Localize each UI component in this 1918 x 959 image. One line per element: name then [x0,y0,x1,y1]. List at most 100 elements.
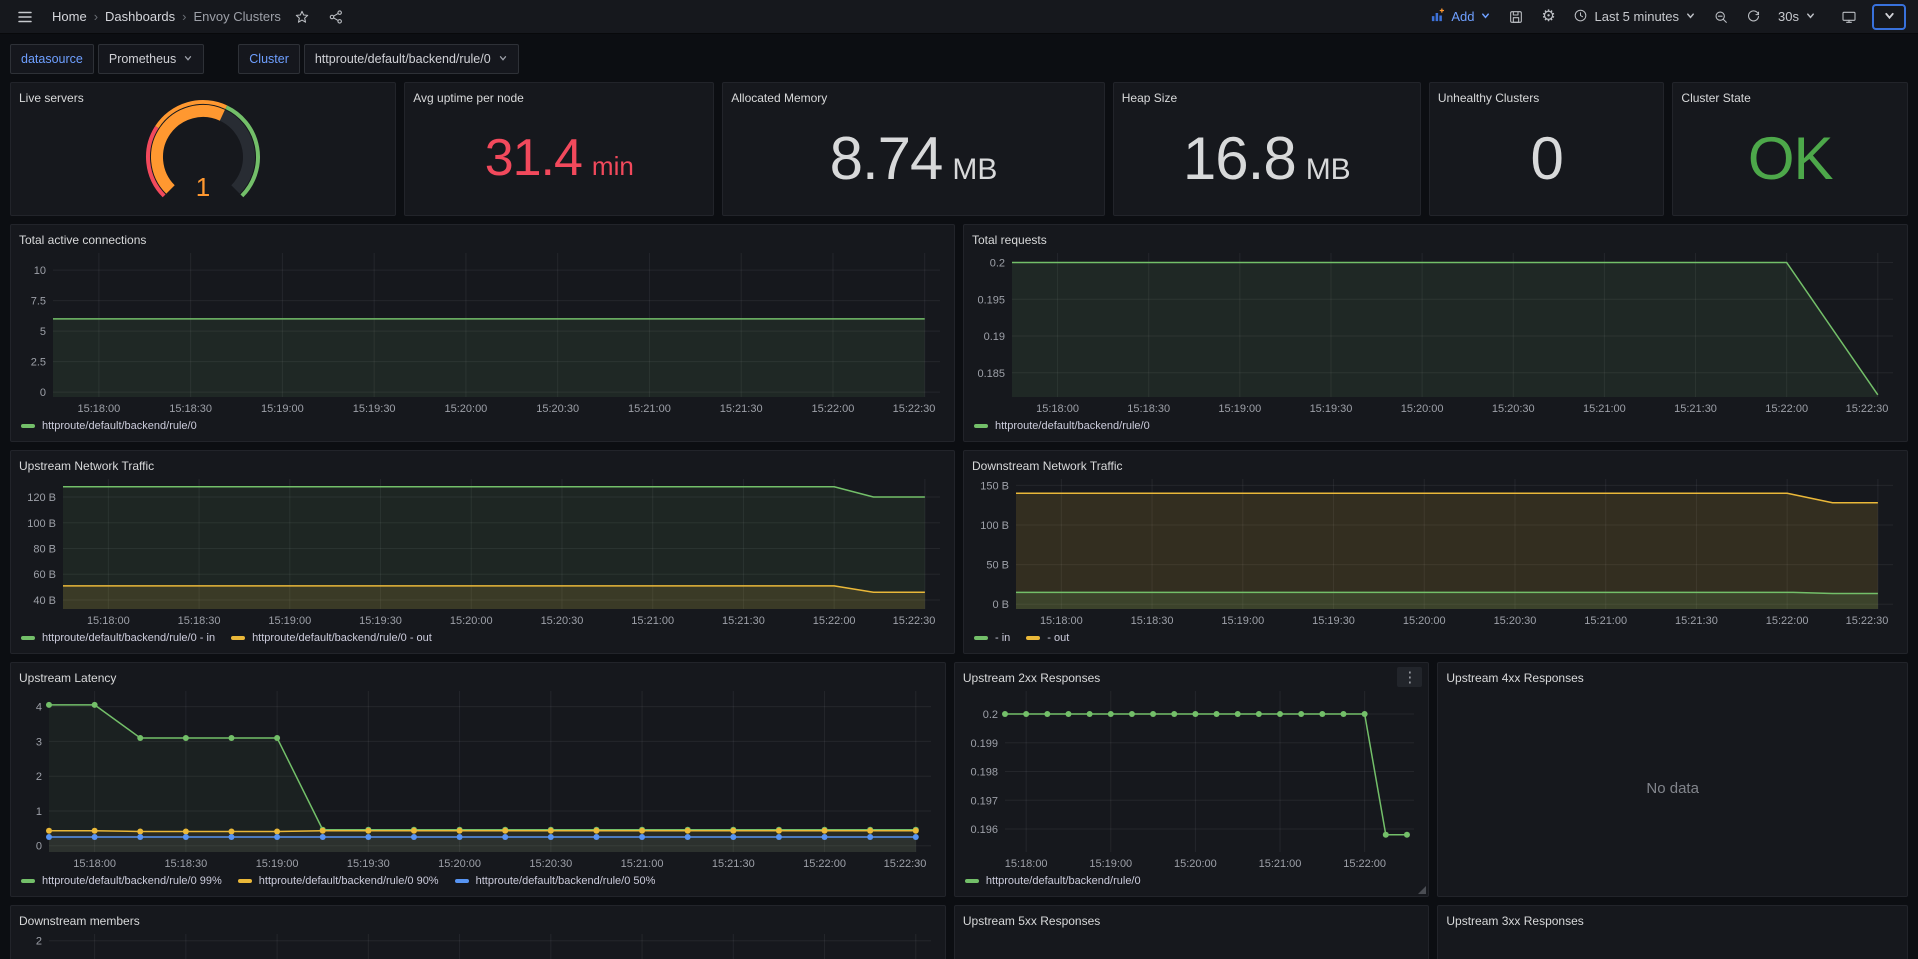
svg-text:15:20:30: 15:20:30 [541,615,584,627]
gauge-value: 1 [196,172,210,202]
upstream-network-traffic-chart[interactable]: 40 B60 B80 B100 B120 B15:18:0015:18:3015… [19,475,946,629]
legend-item[interactable]: httproute/default/backend/rule/0 [965,875,1141,887]
svg-text:15:21:00: 15:21:00 [1258,858,1301,870]
refresh-interval-label: 30s [1778,9,1799,24]
upstream-latency-chart[interactable]: 0123415:18:0015:18:3015:19:0015:19:3015:… [19,687,937,872]
panel-title[interactable]: Upstream 5xx Responses [963,912,1420,930]
legend-item[interactable]: httproute/default/backend/rule/0 50% [455,875,656,887]
svg-text:15:22:00: 15:22:00 [1766,615,1809,627]
breadcrumb-dashboards[interactable]: Dashboards [105,9,175,24]
downstream-members-chart[interactable]: 215:18:0015:18:3015:19:0015:19:3015:20:0… [19,930,937,959]
chart-legend[interactable]: - in - out [972,629,1899,647]
datasource-label[interactable]: datasource [10,44,94,74]
star-icon [294,9,310,25]
svg-text:0.2: 0.2 [990,258,1005,270]
panel-resize-handle[interactable] [1418,886,1426,894]
panel-title[interactable]: Avg uptime per node [413,89,705,107]
refresh-interval-dropdown[interactable]: 30s [1772,4,1822,30]
cluster-label[interactable]: Cluster [238,44,300,74]
panel-downstream-members: Downstream members 215:18:0015:18:3015:1… [10,905,946,959]
panel-title[interactable]: Total requests [972,231,1899,249]
svg-text:15:19:30: 15:19:30 [347,858,390,870]
cluster-select[interactable]: httproute/default/backend/rule/0 [304,44,519,74]
svg-text:15:19:30: 15:19:30 [359,615,402,627]
monitor-icon [1841,9,1857,25]
svg-text:15:19:30: 15:19:30 [1312,615,1355,627]
collapse-toolbar-button[interactable] [1872,4,1906,30]
add-chart-icon [1430,8,1445,26]
legend-item[interactable]: httproute/default/backend/rule/0 99% [21,875,222,887]
chart-legend[interactable]: httproute/default/backend/rule/0 99% http… [19,872,937,890]
legend-item[interactable]: httproute/default/backend/rule/0 - out [231,632,432,644]
svg-text:15:21:00: 15:21:00 [1584,615,1627,627]
legend-item[interactable]: httproute/default/backend/rule/0 90% [238,875,439,887]
svg-text:7.5: 7.5 [31,296,46,308]
heap-size-unit: MB [1306,153,1351,187]
panel-menu-kebab-icon[interactable]: ⋮ [1397,667,1422,687]
svg-text:15:19:00: 15:19:00 [256,858,299,870]
svg-text:15:22:30: 15:22:30 [1846,403,1889,415]
add-panel-button[interactable]: Add [1424,4,1497,30]
legend-item[interactable]: - in [974,632,1010,644]
panel-title[interactable]: Upstream Latency [19,669,937,687]
svg-text:60 B: 60 B [33,569,56,581]
upstream-2xx-responses-chart[interactable]: 0.1960.1970.1980.1990.215:18:0015:19:001… [963,687,1420,872]
svg-text:15:20:00: 15:20:00 [1403,615,1446,627]
legend-item[interactable]: httproute/default/backend/rule/0 - in [21,632,215,644]
chart-legend[interactable]: httproute/default/backend/rule/0 - in htt… [19,629,946,647]
svg-text:5: 5 [40,326,46,338]
allocated-memory-value: 8.74 [830,124,943,193]
dashboard-settings-button[interactable]: ⚙ [1535,4,1561,30]
avg-uptime-value: 31.4 [485,128,582,188]
legend-item[interactable]: httproute/default/backend/rule/0 [21,420,197,432]
chart-legend[interactable]: httproute/default/backend/rule/0 [963,872,1420,890]
datasource-select[interactable]: Prometheus [98,44,204,74]
refresh-button[interactable] [1740,4,1766,30]
kiosk-mode-button[interactable] [1836,4,1862,30]
svg-text:15:20:00: 15:20:00 [444,403,487,415]
save-dashboard-button[interactable] [1503,4,1529,30]
svg-text:0.19: 0.19 [984,331,1005,343]
panel-title[interactable]: Upstream 3xx Responses [1446,912,1899,930]
panel-title[interactable]: Allocated Memory [731,89,1096,107]
panel-title[interactable]: Total active connections [19,231,946,249]
dashboard-grid: Live servers 1 Avg uptime per node 31. [0,82,1918,959]
chart-legend[interactable]: httproute/default/backend/rule/0 [19,417,946,435]
svg-text:0.196: 0.196 [970,824,998,836]
svg-text:15:22:30: 15:22:30 [1846,615,1889,627]
svg-text:15:18:00: 15:18:00 [1036,403,1079,415]
breadcrumb-separator: › [94,9,98,24]
svg-text:15:18:00: 15:18:00 [1005,858,1048,870]
breadcrumb-current: Envoy Clusters [193,9,280,24]
panel-title[interactable]: Upstream Network Traffic [19,457,946,475]
panel-title[interactable]: Heap Size [1122,89,1412,107]
panel-title[interactable]: Downstream Network Traffic [972,457,1899,475]
time-range-picker[interactable]: Last 5 minutes [1567,4,1702,30]
panel-title[interactable]: Downstream members [19,912,937,930]
panel-upstream-3xx-responses: Upstream 3xx Responses [1437,905,1908,959]
svg-text:15:22:00: 15:22:00 [813,615,856,627]
chevron-down-icon [183,52,193,66]
panel-title[interactable]: Upstream 2xx Responses [963,669,1420,687]
breadcrumb-home[interactable]: Home [52,9,87,24]
legend-item[interactable]: - out [1026,632,1069,644]
total-requests-chart[interactable]: 0.1850.190.1950.215:18:0015:18:3015:19:0… [972,249,1899,417]
svg-text:15:19:00: 15:19:00 [261,403,304,415]
legend-item[interactable]: httproute/default/backend/rule/0 [974,420,1150,432]
chevron-down-icon [1805,9,1816,24]
zoom-out-button[interactable] [1708,4,1734,30]
favorite-star-button[interactable] [289,4,315,30]
downstream-network-traffic-chart[interactable]: 0 B50 B100 B150 B15:18:0015:18:3015:19:0… [972,475,1899,629]
variable-filter-bar: datasource Prometheus Cluster httproute/… [0,34,1918,82]
svg-text:40 B: 40 B [33,595,56,607]
chart-legend[interactable]: httproute/default/backend/rule/0 [972,417,1899,435]
panel-title[interactable]: Upstream 4xx Responses [1446,669,1899,687]
svg-text:15:21:30: 15:21:30 [1675,615,1718,627]
share-button[interactable] [323,4,349,30]
top-nav-bar: Home › Dashboards › Envoy Clusters Add [0,0,1918,34]
svg-text:15:21:00: 15:21:00 [1583,403,1626,415]
menu-toggle-button[interactable] [12,4,38,30]
total-active-connections-chart[interactable]: 02.557.51015:18:0015:18:3015:19:0015:19:… [19,249,946,417]
panel-title[interactable]: Unhealthy Clusters [1438,89,1656,107]
panel-title[interactable]: Cluster State [1681,89,1899,107]
